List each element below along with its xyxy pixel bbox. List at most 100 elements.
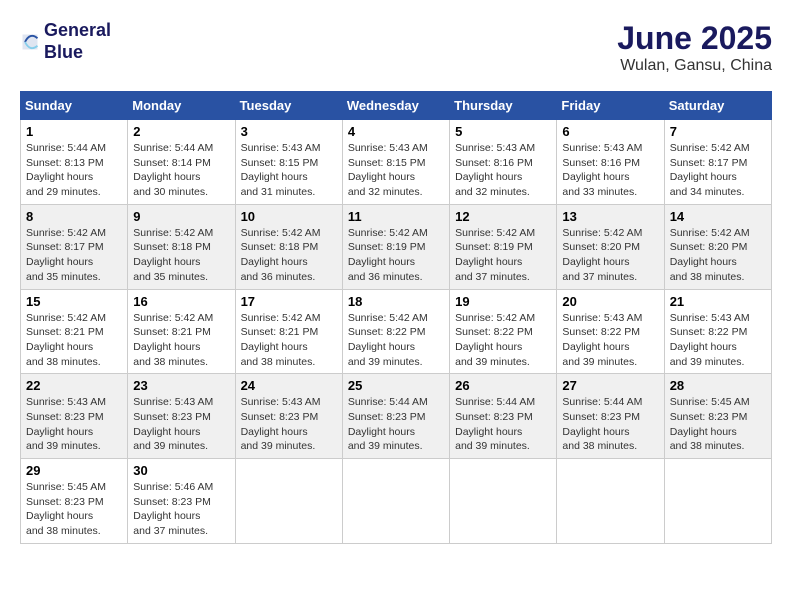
day-number: 24	[241, 378, 337, 393]
day-info: Sunrise: 5:42 AMSunset: 8:20 PMDaylight …	[670, 226, 766, 285]
calendar-day-cell: 14 Sunrise: 5:42 AMSunset: 8:20 PMDayligh…	[664, 204, 771, 289]
day-info: Sunrise: 5:42 AMSunset: 8:17 PMDaylight …	[670, 141, 766, 200]
calendar-day-cell: 16Sunrise: 5:42 AMSunset: 8:21 PMDayligh…	[128, 289, 235, 374]
location: Wulan, Gansu, China	[617, 57, 772, 75]
calendar-day-cell: 21 Sunrise: 5:43 AMSunset: 8:22 PMDayligh…	[664, 289, 771, 374]
day-number: 17	[241, 294, 337, 309]
calendar-day-cell: 19 Sunrise: 5:42 AMSunset: 8:22 PMDayligh…	[450, 289, 557, 374]
day-number: 19	[455, 294, 551, 309]
calendar-day-cell: 27Sunrise: 5:44 AMSunset: 8:23 PMDayligh…	[557, 374, 664, 459]
day-info: Sunrise: 5:44 AMSunset: 8:23 PMDaylight …	[455, 395, 551, 454]
day-info: Sunrise: 5:42 AMSunset: 8:22 PMDaylight …	[455, 311, 551, 370]
calendar-day-cell: 10Sunrise: 5:42 AMSunset: 8:18 PMDayligh…	[235, 204, 342, 289]
day-info: Sunrise: 5:46 AMSunset: 8:23 PMDaylight …	[133, 480, 229, 539]
weekday-header: Thursday	[450, 92, 557, 120]
day-info: Sunrise: 5:43 AMSunset: 8:23 PMDaylight …	[26, 395, 122, 454]
day-number: 25	[348, 378, 444, 393]
day-info: Sunrise: 5:43 AMSunset: 8:15 PMDaylight …	[348, 141, 444, 200]
day-number: 18	[348, 294, 444, 309]
calendar-day-cell: 29 Sunrise: 5:45 AMSunset: 8:23 PMDayligh…	[21, 459, 128, 544]
day-number: 29	[26, 463, 122, 478]
logo-line2: Blue	[44, 42, 111, 64]
day-info: Sunrise: 5:42 AMSunset: 8:20 PMDaylight …	[562, 226, 658, 285]
weekday-header: Sunday	[21, 92, 128, 120]
day-info: Sunrise: 5:42 AMSunset: 8:19 PMDaylight …	[348, 226, 444, 285]
calendar-day-cell: 1 Sunrise: 5:44 AMSunset: 8:13 PMDaylight…	[21, 120, 128, 205]
day-info: Sunrise: 5:45 AMSunset: 8:23 PMDaylight …	[26, 480, 122, 539]
day-info: Sunrise: 5:44 AMSunset: 8:14 PMDaylight …	[133, 141, 229, 200]
calendar-table: SundayMondayTuesdayWednesdayThursdayFrid…	[20, 91, 772, 544]
logo-line1: General	[44, 20, 111, 42]
calendar-day-cell: 3 Sunrise: 5:43 AMSunset: 8:15 PMDaylight…	[235, 120, 342, 205]
calendar-day-cell: 4 Sunrise: 5:43 AMSunset: 8:15 PMDaylight…	[342, 120, 449, 205]
weekday-header: Tuesday	[235, 92, 342, 120]
day-number: 2	[133, 124, 229, 139]
calendar-day-cell: 30 Sunrise: 5:46 AMSunset: 8:23 PMDayligh…	[128, 459, 235, 544]
day-number: 9	[133, 209, 229, 224]
day-info: Sunrise: 5:43 AMSunset: 8:23 PMDaylight …	[133, 395, 229, 454]
logo-icon	[20, 28, 40, 56]
calendar-day-cell: 8 Sunrise: 5:42 AMSunset: 8:17 PMDaylight…	[21, 204, 128, 289]
month-title: June 2025	[617, 20, 772, 57]
logo: General Blue	[20, 20, 111, 63]
calendar-day-cell: 22Sunrise: 5:43 AMSunset: 8:23 PMDayligh…	[21, 374, 128, 459]
day-info: Sunrise: 5:44 AMSunset: 8:23 PMDaylight …	[348, 395, 444, 454]
calendar-day-cell: 2 Sunrise: 5:44 AMSunset: 8:14 PMDaylight…	[128, 120, 235, 205]
day-info: Sunrise: 5:43 AMSunset: 8:16 PMDaylight …	[562, 141, 658, 200]
calendar-day-cell: 24 Sunrise: 5:43 AMSunset: 8:23 PMDayligh…	[235, 374, 342, 459]
day-info: Sunrise: 5:42 AMSunset: 8:21 PMDaylight …	[241, 311, 337, 370]
day-number: 6	[562, 124, 658, 139]
calendar-day-cell: 20 Sunrise: 5:43 AMSunset: 8:22 PMDayligh…	[557, 289, 664, 374]
calendar-day-cell: 18 Sunrise: 5:42 AMSunset: 8:22 PMDayligh…	[342, 289, 449, 374]
day-number: 12	[455, 209, 551, 224]
day-info: Sunrise: 5:42 AMSunset: 8:21 PMDaylight …	[133, 311, 229, 370]
day-info: Sunrise: 5:42 AMSunset: 8:22 PMDaylight …	[348, 311, 444, 370]
day-info: Sunrise: 5:42 AMSunset: 8:21 PMDaylight …	[26, 311, 122, 370]
calendar-week-row: 29 Sunrise: 5:45 AMSunset: 8:23 PMDayligh…	[21, 459, 772, 544]
day-number: 30	[133, 463, 229, 478]
day-number: 10	[241, 209, 337, 224]
day-number: 21	[670, 294, 766, 309]
calendar-header-row: SundayMondayTuesdayWednesdayThursdayFrid…	[21, 92, 772, 120]
day-info: Sunrise: 5:44 AMSunset: 8:23 PMDaylight …	[562, 395, 658, 454]
weekday-header: Monday	[128, 92, 235, 120]
day-number: 3	[241, 124, 337, 139]
calendar-day-cell	[557, 459, 664, 544]
day-number: 5	[455, 124, 551, 139]
day-info: Sunrise: 5:42 AMSunset: 8:17 PMDaylight …	[26, 226, 122, 285]
day-info: Sunrise: 5:42 AMSunset: 8:19 PMDaylight …	[455, 226, 551, 285]
calendar-day-cell: 13 Sunrise: 5:42 AMSunset: 8:20 PMDayligh…	[557, 204, 664, 289]
title-block: June 2025 Wulan, Gansu, China	[617, 20, 772, 75]
day-info: Sunrise: 5:44 AMSunset: 8:13 PMDaylight …	[26, 141, 122, 200]
calendar-day-cell	[664, 459, 771, 544]
day-info: Sunrise: 5:43 AMSunset: 8:22 PMDaylight …	[670, 311, 766, 370]
calendar-week-row: 15 Sunrise: 5:42 AMSunset: 8:21 PMDayligh…	[21, 289, 772, 374]
calendar-day-cell: 12 Sunrise: 5:42 AMSunset: 8:19 PMDayligh…	[450, 204, 557, 289]
calendar-day-cell: 28Sunrise: 5:45 AMSunset: 8:23 PMDayligh…	[664, 374, 771, 459]
page-header: General Blue June 2025 Wulan, Gansu, Chi…	[20, 20, 772, 75]
calendar-week-row: 1 Sunrise: 5:44 AMSunset: 8:13 PMDaylight…	[21, 120, 772, 205]
logo-text: General Blue	[44, 20, 111, 63]
day-number: 4	[348, 124, 444, 139]
calendar-day-cell: 15 Sunrise: 5:42 AMSunset: 8:21 PMDayligh…	[21, 289, 128, 374]
calendar-day-cell: 6 Sunrise: 5:43 AMSunset: 8:16 PMDaylight…	[557, 120, 664, 205]
day-info: Sunrise: 5:43 AMSunset: 8:22 PMDaylight …	[562, 311, 658, 370]
calendar-week-row: 22Sunrise: 5:43 AMSunset: 8:23 PMDayligh…	[21, 374, 772, 459]
day-number: 1	[26, 124, 122, 139]
day-number: 15	[26, 294, 122, 309]
day-info: Sunrise: 5:43 AMSunset: 8:15 PMDaylight …	[241, 141, 337, 200]
day-number: 14	[670, 209, 766, 224]
day-number: 23	[133, 378, 229, 393]
day-number: 26	[455, 378, 551, 393]
calendar-day-cell: 9Sunrise: 5:42 AMSunset: 8:18 PMDaylight…	[128, 204, 235, 289]
day-number: 13	[562, 209, 658, 224]
day-number: 8	[26, 209, 122, 224]
calendar-day-cell	[235, 459, 342, 544]
day-info: Sunrise: 5:43 AMSunset: 8:23 PMDaylight …	[241, 395, 337, 454]
calendar-day-cell: 7Sunrise: 5:42 AMSunset: 8:17 PMDaylight…	[664, 120, 771, 205]
calendar-day-cell: 11 Sunrise: 5:42 AMSunset: 8:19 PMDayligh…	[342, 204, 449, 289]
day-info: Sunrise: 5:43 AMSunset: 8:16 PMDaylight …	[455, 141, 551, 200]
weekday-header: Wednesday	[342, 92, 449, 120]
day-number: 11	[348, 209, 444, 224]
day-number: 20	[562, 294, 658, 309]
